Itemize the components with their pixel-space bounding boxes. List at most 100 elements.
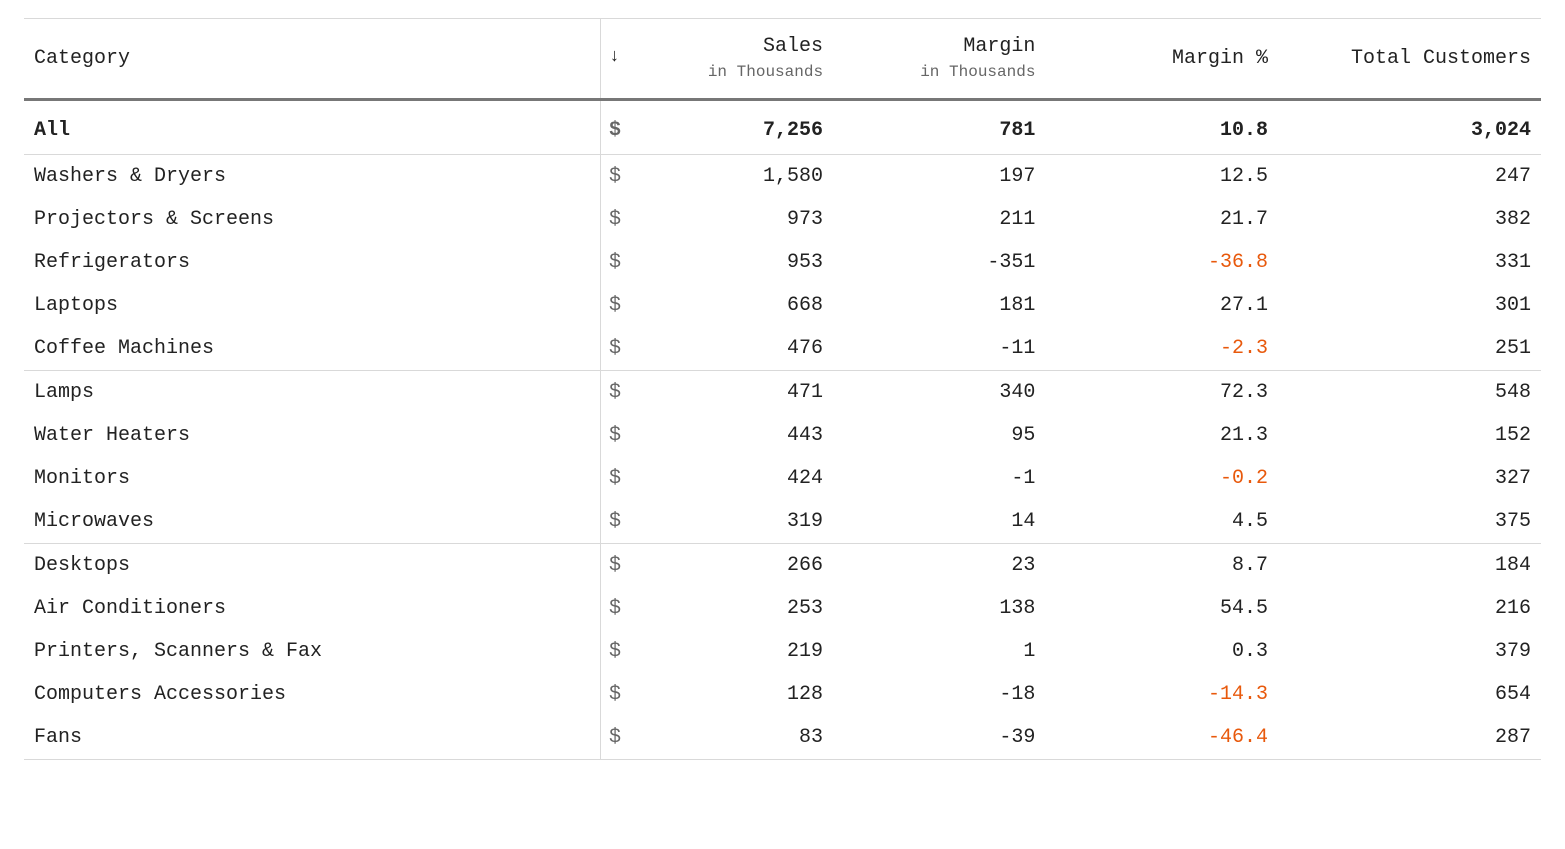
cell-category: Refrigerators — [24, 241, 600, 284]
cell-sales: 476 — [641, 327, 833, 371]
cell-margin-pct: 21.3 — [1045, 414, 1278, 457]
cell-currency: $ — [600, 500, 640, 544]
cell-currency: $ — [600, 543, 640, 587]
cell-currency: $ — [600, 630, 640, 673]
col-header-sales[interactable]: Sales in Thousands — [641, 19, 833, 100]
table-row: Projectors & Screens$97321121.7382 — [24, 198, 1541, 241]
table-row: Washers & Dryers$1,58019712.5247 — [24, 154, 1541, 198]
cell-margin: 340 — [833, 370, 1045, 414]
col-header-sublabel: in Thousands — [843, 62, 1035, 84]
table-row: Microwaves$319144.5375 — [24, 500, 1541, 544]
cell-currency: $ — [600, 154, 640, 198]
col-header-label: Margin % — [1172, 47, 1268, 70]
cell-margin-pct: -14.3 — [1045, 673, 1278, 716]
cell-customers: 216 — [1278, 587, 1541, 630]
cell-category: Water Heaters — [24, 414, 600, 457]
cell-margin: 197 — [833, 154, 1045, 198]
cell-margin-pct: 27.1 — [1045, 284, 1278, 327]
cell-margin: 781 — [833, 99, 1045, 154]
cell-margin: -11 — [833, 327, 1045, 371]
cell-category: Microwaves — [24, 500, 600, 544]
cell-category: Washers & Dryers — [24, 154, 600, 198]
cell-margin-pct: -46.4 — [1045, 716, 1278, 760]
cell-sales: 1,580 — [641, 154, 833, 198]
table-row: Desktops$266238.7184 — [24, 543, 1541, 587]
cell-sales: 253 — [641, 587, 833, 630]
cell-customers: 247 — [1278, 154, 1541, 198]
cell-margin-pct: 10.8 — [1045, 99, 1278, 154]
cell-customers: 152 — [1278, 414, 1541, 457]
cell-sales: 128 — [641, 673, 833, 716]
table-total-row: All$7,25678110.83,024 — [24, 99, 1541, 154]
col-header-margin[interactable]: Margin in Thousands — [833, 19, 1045, 100]
cell-customers: 301 — [1278, 284, 1541, 327]
cell-customers: 548 — [1278, 370, 1541, 414]
cell-margin: 14 — [833, 500, 1045, 544]
col-header-label: Sales — [763, 35, 823, 58]
cell-margin: 23 — [833, 543, 1045, 587]
cell-category: All — [24, 99, 600, 154]
cell-customers: 251 — [1278, 327, 1541, 371]
cell-margin-pct: -0.2 — [1045, 457, 1278, 500]
cell-sales: 319 — [641, 500, 833, 544]
table-row: Lamps$47134072.3548 — [24, 370, 1541, 414]
cell-margin: -18 — [833, 673, 1045, 716]
table-row: Refrigerators$953-351-36.8331 — [24, 241, 1541, 284]
cell-margin-pct: -36.8 — [1045, 241, 1278, 284]
cell-sales: 443 — [641, 414, 833, 457]
table-row: Coffee Machines$476-11-2.3251 — [24, 327, 1541, 371]
cell-margin: 95 — [833, 414, 1045, 457]
cell-margin-pct: 72.3 — [1045, 370, 1278, 414]
cell-category: Monitors — [24, 457, 600, 500]
cell-currency: $ — [600, 457, 640, 500]
cell-sales: 266 — [641, 543, 833, 587]
cell-margin: 211 — [833, 198, 1045, 241]
col-header-margin-pct[interactable]: Margin % — [1045, 19, 1278, 100]
cell-currency: $ — [600, 370, 640, 414]
cell-margin-pct: 54.5 — [1045, 587, 1278, 630]
cell-sales: 83 — [641, 716, 833, 760]
cell-currency: $ — [600, 673, 640, 716]
cell-customers: 382 — [1278, 198, 1541, 241]
cell-margin: 1 — [833, 630, 1045, 673]
table-header-row: Category ↓ Sales in Thousands Margin in … — [24, 19, 1541, 100]
sort-desc-icon: ↓ — [609, 45, 620, 69]
cell-sales: 973 — [641, 198, 833, 241]
cell-customers: 654 — [1278, 673, 1541, 716]
table-body: All$7,25678110.83,024Washers & Dryers$1,… — [24, 99, 1541, 759]
cell-margin-pct: 4.5 — [1045, 500, 1278, 544]
col-header-category[interactable]: Category — [24, 19, 600, 100]
cell-currency: $ — [600, 198, 640, 241]
cell-currency: $ — [600, 414, 640, 457]
category-metrics-table: Category ↓ Sales in Thousands Margin in … — [24, 18, 1541, 760]
cell-category: Printers, Scanners & Fax — [24, 630, 600, 673]
cell-currency: $ — [600, 716, 640, 760]
table-row: Air Conditioners$25313854.5216 — [24, 587, 1541, 630]
cell-margin: -351 — [833, 241, 1045, 284]
cell-currency: $ — [600, 99, 640, 154]
cell-customers: 287 — [1278, 716, 1541, 760]
cell-margin: -1 — [833, 457, 1045, 500]
col-header-sort[interactable]: ↓ — [600, 19, 640, 100]
cell-sales: 7,256 — [641, 99, 833, 154]
cell-margin-pct: 12.5 — [1045, 154, 1278, 198]
cell-category: Laptops — [24, 284, 600, 327]
table-row: Monitors$424-1-0.2327 — [24, 457, 1541, 500]
cell-currency: $ — [600, 284, 640, 327]
cell-customers: 379 — [1278, 630, 1541, 673]
cell-category: Desktops — [24, 543, 600, 587]
cell-sales: 953 — [641, 241, 833, 284]
col-header-customers[interactable]: Total Customers — [1278, 19, 1541, 100]
cell-margin-pct: 0.3 — [1045, 630, 1278, 673]
cell-currency: $ — [600, 327, 640, 371]
cell-margin: 138 — [833, 587, 1045, 630]
cell-category: Coffee Machines — [24, 327, 600, 371]
cell-category: Computers Accessories — [24, 673, 600, 716]
table-row: Fans$83-39-46.4287 — [24, 716, 1541, 760]
table-row: Printers, Scanners & Fax$21910.3379 — [24, 630, 1541, 673]
col-header-label: Margin — [963, 35, 1035, 58]
cell-margin: -39 — [833, 716, 1045, 760]
table-row: Computers Accessories$128-18-14.3654 — [24, 673, 1541, 716]
cell-category: Air Conditioners — [24, 587, 600, 630]
cell-customers: 3,024 — [1278, 99, 1541, 154]
